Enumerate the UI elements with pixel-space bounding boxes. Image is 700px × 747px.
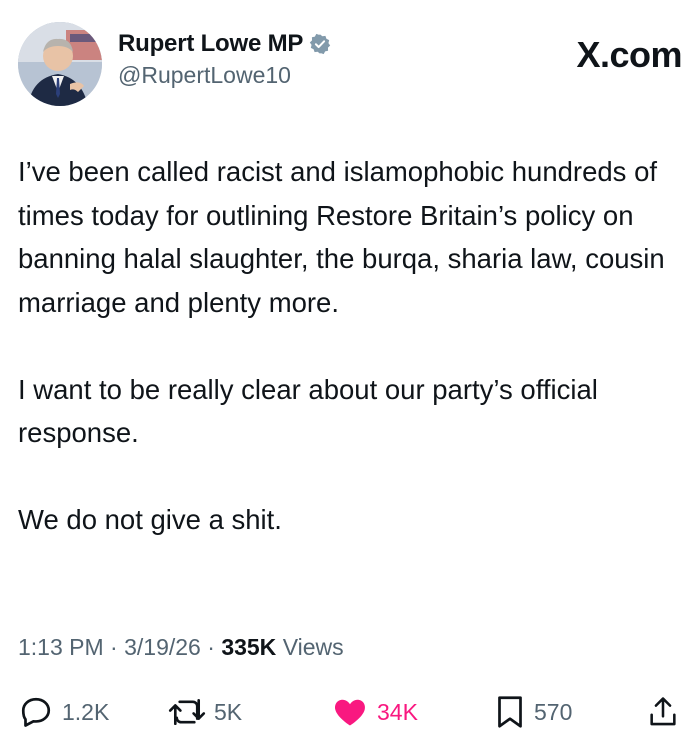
views-label: Views <box>282 634 344 660</box>
repost-icon <box>168 694 206 730</box>
tweet-header: Rupert Lowe MP @RupertLowe10 X.com <box>18 22 682 108</box>
display-name[interactable]: Rupert Lowe MP <box>118 30 303 58</box>
bookmark-icon <box>494 694 526 730</box>
tweet-time[interactable]: 1:13 PM <box>18 634 104 660</box>
tweet-text: I’ve been called racist and islamophobic… <box>18 150 680 542</box>
repost-count: 5K <box>214 698 243 725</box>
reply-button[interactable]: 1.2K <box>18 690 109 734</box>
tweet-paragraph: I’ve been called racist and islamophobic… <box>18 156 665 318</box>
brand-label: X.com <box>576 34 682 75</box>
user-handle[interactable]: @RupertLowe10 <box>118 62 331 89</box>
meta-separator: · <box>110 634 118 660</box>
like-button[interactable]: 34K <box>331 690 418 734</box>
avatar[interactable] <box>18 22 102 106</box>
like-count: 34K <box>377 698 418 725</box>
meta-separator: · <box>207 634 215 660</box>
tweet-paragraph: We do not give a shit. <box>18 504 282 535</box>
tweet-date[interactable]: 3/19/26 <box>124 634 201 660</box>
tweet-meta: 1:13 PM · 3/19/26 · 335K Views <box>18 634 344 661</box>
repost-button[interactable]: 5K <box>168 690 242 734</box>
reply-count: 1.2K <box>62 698 110 725</box>
views-count: 335K <box>221 634 277 660</box>
action-bar: 1.2K 5K 34K 570 <box>18 690 682 734</box>
reply-icon <box>18 694 54 730</box>
verified-badge-icon <box>309 33 331 55</box>
heart-icon <box>331 694 369 730</box>
user-names: Rupert Lowe MP @RupertLowe10 <box>118 30 331 89</box>
share-icon <box>646 694 680 730</box>
bookmark-button[interactable]: 570 <box>494 690 572 734</box>
tweet-paragraph: I want to be really clear about our part… <box>18 373 598 449</box>
share-button[interactable] <box>646 690 680 734</box>
bookmark-count: 570 <box>534 698 573 725</box>
